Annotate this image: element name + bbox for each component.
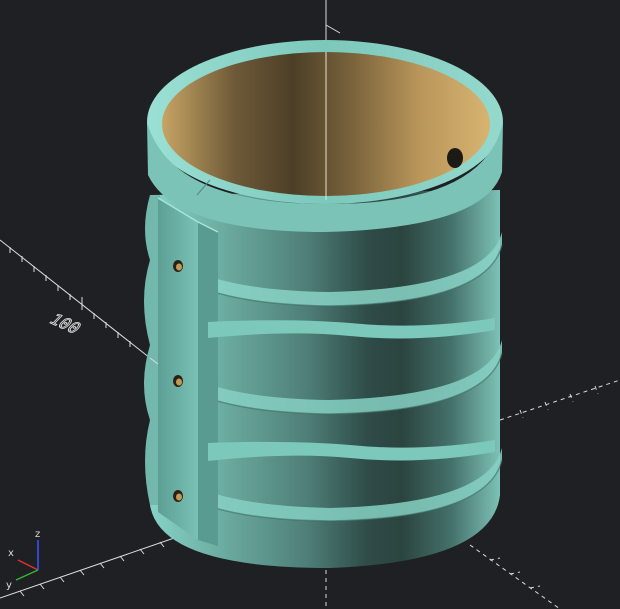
left-bulge <box>144 195 160 505</box>
hinge-tab[interactable] <box>158 198 198 540</box>
3d-viewport[interactable]: 100 100 <box>0 0 620 609</box>
inner-bolt-hole <box>447 148 463 168</box>
cylinder-model[interactable] <box>144 40 503 568</box>
neg-x-axis-line <box>499 379 620 421</box>
axes-gizmo: z x y <box>6 529 40 591</box>
y-axis-line <box>0 535 181 599</box>
neg-y-axis-line <box>469 544 561 609</box>
gizmo-x-label: x <box>8 548 14 559</box>
x-axis-scale-label: 100 <box>45 311 85 337</box>
gizmo-z-label: z <box>35 529 40 540</box>
gizmo-x-axis <box>17 559 39 571</box>
gizmo-y-label: y <box>6 580 12 591</box>
hinge-tab-face <box>198 222 218 546</box>
y-axis-ticks <box>19 541 165 597</box>
gizmo-y-axis <box>15 569 39 581</box>
